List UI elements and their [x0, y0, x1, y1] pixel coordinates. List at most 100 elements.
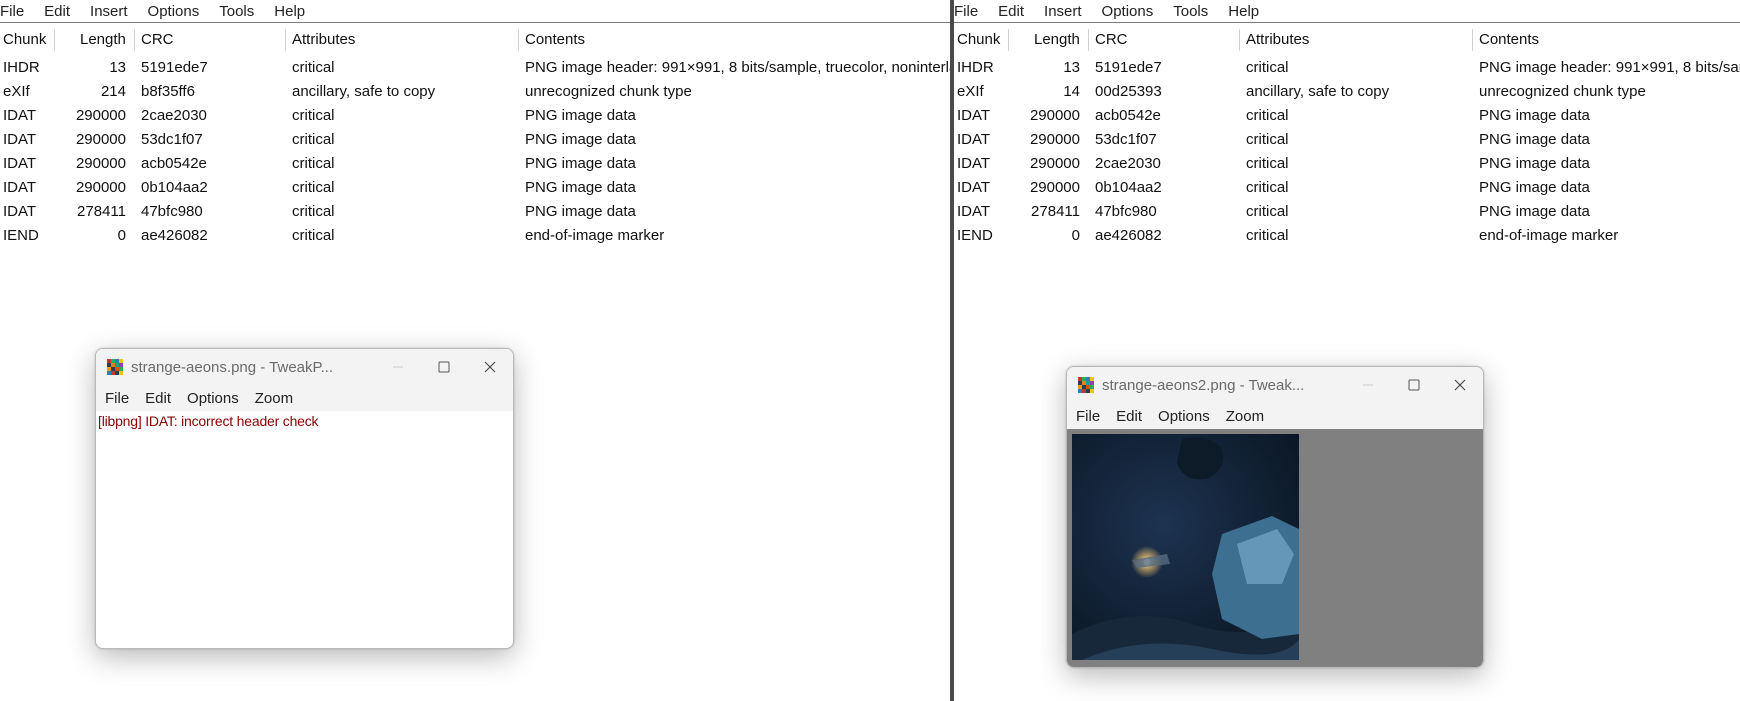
cell-chunk: IHDR: [3, 59, 40, 76]
cell-crc: ae426082: [1095, 227, 1162, 244]
column-header-attributes[interactable]: Attributes: [292, 23, 355, 55]
cell-contents: PNG image data: [525, 203, 636, 220]
close-button[interactable]: [467, 349, 513, 385]
window-title: strange-aeons2.png - Tweak...: [1102, 376, 1305, 394]
column-header-crc[interactable]: CRC: [141, 23, 174, 55]
table-row[interactable]: IDAT 290000 53dc1f07 critical PNG image …: [0, 129, 950, 153]
cell-chunk: IDAT: [3, 131, 37, 148]
cell-chunk: IDAT: [957, 203, 991, 220]
table-row[interactable]: IEND 0 ae426082 critical end-of-image ma…: [0, 225, 950, 249]
menu-file[interactable]: File: [954, 3, 986, 20]
menu-help[interactable]: Help: [274, 3, 313, 20]
table-row[interactable]: IDAT 290000 0b104aa2 critical PNG image …: [0, 177, 950, 201]
cell-chunk: IEND: [957, 227, 993, 244]
cell-attributes: critical: [1246, 59, 1289, 76]
cell-attributes: critical: [292, 203, 335, 220]
minimize-button[interactable]: [375, 349, 421, 385]
cell-crc: b8f35ff6: [141, 83, 195, 100]
menu-file[interactable]: File: [105, 390, 129, 407]
title-bar[interactable]: strange-aeons2.png - Tweak...: [1067, 367, 1483, 403]
menu-tools[interactable]: Tools: [219, 3, 262, 20]
table-row[interactable]: IDAT 290000 2cae2030 critical PNG image …: [954, 153, 1740, 177]
app-icon: [107, 359, 123, 375]
column-header-attributes[interactable]: Attributes: [1246, 23, 1309, 55]
menu-edit[interactable]: Edit: [998, 3, 1032, 20]
column-divider[interactable]: [1088, 29, 1089, 51]
column-header-contents[interactable]: Contents: [1479, 23, 1539, 55]
table-row[interactable]: IDAT 278411 47bfc980 critical PNG image …: [954, 201, 1740, 225]
cell-crc: 47bfc980: [1095, 203, 1157, 220]
column-divider[interactable]: [134, 29, 135, 51]
cell-length: 0: [1071, 227, 1080, 244]
column-header-chunk[interactable]: Chunk: [3, 23, 46, 55]
window-menu-bar: File Edit Options Zoom: [1067, 403, 1483, 429]
title-bar[interactable]: strange-aeons.png - TweakP...: [96, 349, 513, 385]
table-row[interactable]: IHDR 13 5191ede7 critical PNG image head…: [954, 57, 1740, 81]
table-row[interactable]: IDAT 290000 0b104aa2 critical PNG image …: [954, 177, 1740, 201]
column-header-length[interactable]: Length: [1034, 23, 1080, 55]
table-row[interactable]: IDAT 290000 53dc1f07 critical PNG image …: [954, 129, 1740, 153]
column-header-chunk[interactable]: Chunk: [957, 23, 1000, 55]
cell-chunk: eXIf: [3, 83, 30, 100]
cell-chunk: IDAT: [957, 107, 991, 124]
table-row[interactable]: IHDR 13 5191ede7 critical PNG image head…: [0, 57, 950, 81]
menu-insert[interactable]: Insert: [1044, 3, 1090, 20]
menu-file[interactable]: File: [0, 3, 32, 20]
cell-attributes: critical: [292, 155, 335, 172]
table-row[interactable]: eXIf 214 b8f35ff6 ancillary, safe to cop…: [0, 81, 950, 105]
column-divider[interactable]: [285, 29, 286, 51]
menu-options[interactable]: Options: [1102, 3, 1162, 20]
column-divider[interactable]: [518, 29, 519, 51]
cell-crc: 5191ede7: [141, 59, 208, 76]
viewer-window-1[interactable]: strange-aeons.png - TweakP... File Edit …: [95, 348, 514, 649]
maximize-button[interactable]: [421, 349, 467, 385]
column-divider[interactable]: [1239, 29, 1240, 51]
cell-crc: acb0542e: [1095, 107, 1161, 124]
viewer-window-2[interactable]: strange-aeons2.png - Tweak... File Edit …: [1066, 366, 1484, 668]
column-header-contents[interactable]: Contents: [525, 23, 585, 55]
cell-contents: PNG image data: [1479, 107, 1590, 124]
table-row[interactable]: IDAT 278411 47bfc980 critical PNG image …: [0, 201, 950, 225]
table-row[interactable]: eXIf 14 00d25393 ancillary, safe to copy…: [954, 81, 1740, 105]
cell-crc: 53dc1f07: [141, 131, 203, 148]
image-canvas[interactable]: [1067, 429, 1483, 667]
table-row[interactable]: IDAT 290000 acb0542e critical PNG image …: [954, 105, 1740, 129]
cell-length: 278411: [77, 203, 126, 220]
column-divider[interactable]: [1008, 29, 1009, 51]
close-button[interactable]: [1437, 367, 1483, 403]
menu-help[interactable]: Help: [1228, 3, 1267, 20]
menu-options[interactable]: Options: [148, 3, 208, 20]
cell-length: 13: [109, 59, 126, 76]
menu-tools[interactable]: Tools: [1173, 3, 1216, 20]
cell-length: 290000: [1029, 155, 1080, 172]
column-divider[interactable]: [54, 29, 55, 51]
maximize-button[interactable]: [1391, 367, 1437, 403]
menu-zoom[interactable]: Zoom: [1226, 408, 1264, 425]
column-divider[interactable]: [1472, 29, 1473, 51]
column-header-crc[interactable]: CRC: [1095, 23, 1128, 55]
table-row[interactable]: IEND 0 ae426082 critical end-of-image ma…: [954, 225, 1740, 249]
chunk-table-header: Chunk Length CRC Attributes Contents: [0, 23, 950, 57]
chunk-table-body: IHDR 13 5191ede7 critical PNG image head…: [0, 57, 950, 249]
menu-file[interactable]: File: [1076, 408, 1100, 425]
column-header-length[interactable]: Length: [80, 23, 126, 55]
cell-crc: 00d25393: [1095, 83, 1162, 100]
table-row[interactable]: IDAT 290000 acb0542e critical PNG image …: [0, 153, 950, 177]
menu-options[interactable]: Options: [1158, 408, 1210, 425]
menu-edit[interactable]: Edit: [1116, 408, 1142, 425]
cell-contents: PNG image data: [525, 131, 636, 148]
window-title: strange-aeons.png - TweakP...: [131, 358, 334, 376]
minimize-button[interactable]: [1345, 367, 1391, 403]
menu-options[interactable]: Options: [187, 390, 239, 407]
table-row[interactable]: IDAT 290000 2cae2030 critical PNG image …: [0, 105, 950, 129]
cell-length: 14: [1063, 83, 1080, 100]
cell-crc: 47bfc980: [141, 203, 203, 220]
menu-edit[interactable]: Edit: [44, 3, 78, 20]
cell-attributes: critical: [292, 227, 335, 244]
menu-insert[interactable]: Insert: [90, 3, 136, 20]
cell-length: 290000: [1029, 131, 1080, 148]
cell-length: 290000: [1029, 107, 1080, 124]
cell-length: 290000: [75, 107, 126, 124]
menu-edit[interactable]: Edit: [145, 390, 171, 407]
menu-zoom[interactable]: Zoom: [255, 390, 293, 407]
